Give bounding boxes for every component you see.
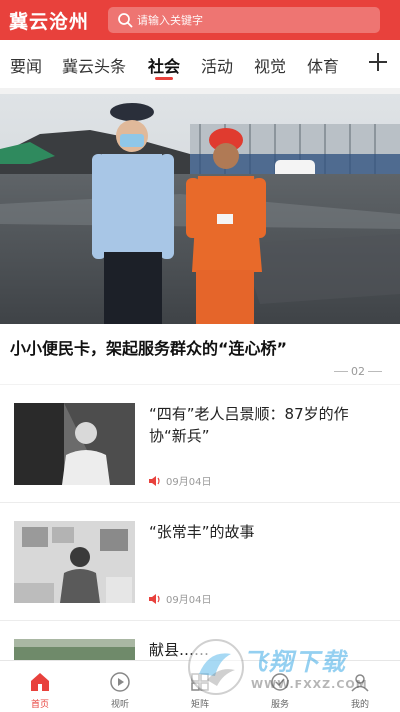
list-item[interactable]: “张常丰”的故事 09月04日 [0,503,400,621]
channel-tabs: 要闻 冀云头条 社会 活动 视觉 体育 [0,40,400,88]
nav-video[interactable]: 视听 [100,671,140,710]
nav-profile[interactable]: 我的 [340,671,380,710]
article-meta: 09月04日 [149,473,211,488]
list-item[interactable]: 献县…… [0,621,400,661]
nav-service[interactable]: 服务 [260,671,300,710]
search-icon [117,12,133,28]
article-date: 09月04日 [166,477,212,488]
article-title[interactable]: “四有”老人吕景顺：87岁的作协“新兵” [149,403,385,447]
nav-label: 服务 [270,700,289,710]
tab-activities[interactable]: 活动 [201,53,233,77]
matrix-icon [189,671,211,693]
nav-home[interactable]: 首页 [20,671,60,710]
app-title: 冀云沧州 [9,10,90,33]
nav-label: 首页 [30,700,49,710]
home-icon [29,671,51,693]
user-icon [349,671,371,693]
nav-label: 我的 [350,700,369,710]
audio-icon[interactable] [149,475,161,486]
nav-matrix[interactable]: 矩阵 [180,671,220,710]
tab-headlines[interactable]: 要闻 [10,53,42,77]
search-input[interactable] [137,13,367,27]
carousel-indicator: 02 [331,365,385,378]
tabs-fade [330,40,360,88]
audio-icon[interactable] [149,593,161,604]
tab-society[interactable]: 社会 [148,53,180,77]
app-header: 冀云沧州 [0,0,400,40]
hero-photo [0,94,400,324]
tab-visual[interactable]: 视觉 [254,53,286,77]
hero-title[interactable]: 小小便民卡，架起服务群众的“连心桥” [10,335,287,359]
nav-label: 矩阵 [190,700,209,710]
carousel-page-number: 02 [351,365,365,378]
add-channel-icon[interactable] [366,50,390,74]
article-date: 09月04日 [166,595,212,606]
play-icon [109,671,131,693]
search-box[interactable] [108,7,380,33]
nav-label: 视听 [110,700,129,710]
article-meta: 09月04日 [149,591,211,606]
active-tab-indicator [155,77,173,80]
article-title[interactable]: “张常丰”的故事 [149,521,385,543]
article-thumbnail [14,521,135,603]
list-item[interactable]: “四有”老人吕景顺：87岁的作协“新兵” 09月04日 [0,385,400,503]
service-icon [269,671,291,693]
tab-jiyun-top[interactable]: 冀云头条 [62,53,126,77]
article-thumbnail [14,403,135,485]
hero-card[interactable]: 小小便民卡，架起服务群众的“连心桥” 02 [0,94,400,384]
article-thumbnail [14,639,135,661]
article-title[interactable]: 献县…… [149,639,385,661]
bottom-navigation: 首页 视听 矩阵 服务 我的 [0,660,400,712]
